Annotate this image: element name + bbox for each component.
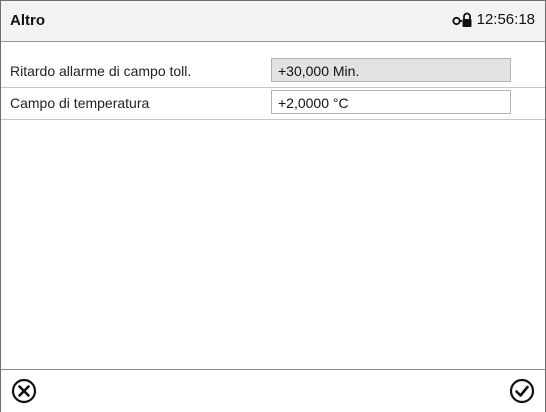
parameter-row-tolerance-alarm-delay: Ritardo allarme di campo toll. +30,000 M… [1, 56, 545, 88]
check-circle-icon[interactable] [509, 378, 535, 404]
footer-bar [1, 369, 545, 412]
lock-key-icon [452, 12, 472, 27]
status-area: 12:56:18 [452, 11, 535, 28]
temperature-range-field[interactable]: +2,0000 °C [271, 90, 511, 114]
screen: Altro 12:56:18 Ritardo allarme di campo … [0, 0, 546, 412]
page-title: Altro [10, 12, 45, 29]
clock-time: 12:56:18 [476, 11, 535, 28]
parameter-row-temperature-range: Campo di temperatura +2,0000 °C [1, 88, 545, 120]
close-circle-icon[interactable] [11, 378, 37, 404]
parameter-label: Campo di temperatura [10, 95, 150, 111]
tolerance-alarm-delay-field[interactable]: +30,000 Min. [271, 58, 511, 82]
parameter-label: Ritardo allarme di campo toll. [10, 63, 192, 79]
header-bar: Altro 12:56:18 [1, 1, 545, 42]
